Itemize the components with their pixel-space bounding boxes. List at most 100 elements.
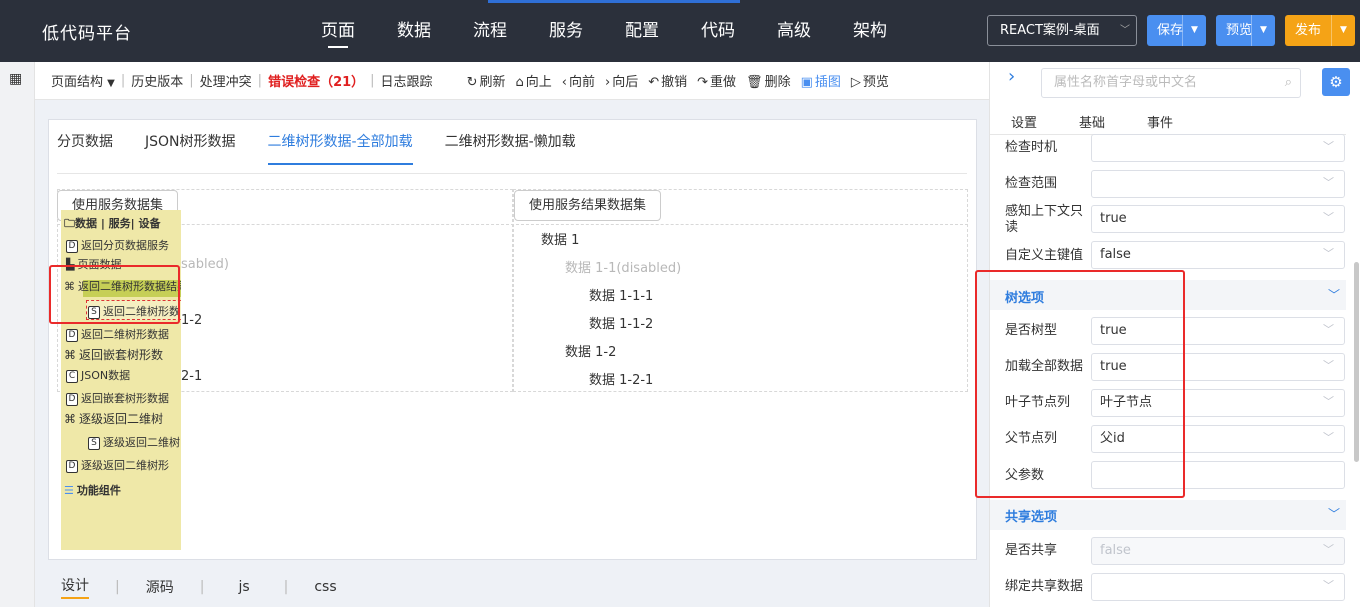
bind-shared-data-select[interactable]: ﹀ <box>1091 573 1345 601</box>
delete-button[interactable]: 🗑 删除 <box>741 71 796 90</box>
chevron-right-icon[interactable]: › <box>1008 66 1015 87</box>
folder-icon: 🗀 <box>64 217 75 230</box>
chevron-down-icon: ﹀ <box>1323 176 1334 189</box>
chevron-down-icon: ﹀ <box>1120 25 1130 36</box>
context-readonly-select[interactable]: true ﹀ <box>1091 205 1345 233</box>
scrollbar[interactable] <box>1354 262 1359 462</box>
nav-page[interactable]: 页面 <box>300 0 376 62</box>
data-source-item[interactable]: ⌘ 返回嵌套树形数 <box>64 346 163 363</box>
caret-down-icon[interactable]: ▼ <box>1331 15 1355 46</box>
history-button[interactable]: 历史版本 <box>126 71 188 90</box>
forward-button[interactable]: ‹ 向前 <box>557 71 600 90</box>
nav-flow[interactable]: 流程 <box>452 0 528 62</box>
function-components-label: 功能组件 <box>76 484 121 497</box>
property-label: 绑定共享数据 <box>1005 579 1084 594</box>
tree-node[interactable]: 数据 1-1-2 <box>589 313 653 332</box>
nav-service[interactable]: 服务 <box>528 0 604 62</box>
chevron-left-icon: ‹ <box>561 75 567 90</box>
data-source-label: 逐级返回二维树 <box>79 412 164 426</box>
gear-icon[interactable]: ⚙ <box>1322 68 1350 96</box>
up-button[interactable]: ⌂ 向上 <box>510 71 556 90</box>
publish-button[interactable]: 发布 ▼ <box>1285 15 1355 46</box>
tab-divider <box>57 173 967 174</box>
caret-down-icon[interactable]: ▼ <box>1182 15 1206 46</box>
app-logo: 低代码平台 <box>42 24 132 44</box>
column-divider <box>57 224 968 225</box>
d-icon: D <box>66 459 78 473</box>
nav-architecture[interactable]: 架构 <box>832 0 908 62</box>
layers-icon: ☰ <box>64 484 74 497</box>
refresh-button[interactable]: ↻ 刷新 <box>462 71 511 90</box>
caret-down-icon: ▼ <box>107 78 115 89</box>
tab-settings[interactable]: 设置 <box>1011 112 1037 131</box>
undo-icon: ↶ <box>648 75 660 90</box>
tree-node[interactable]: 数据 1-1-1 <box>589 285 653 304</box>
chevron-down-icon: ﹀ <box>1323 579 1334 592</box>
preview-toolbar-button[interactable]: ▷ 预览 <box>846 71 894 90</box>
tab-paged-data[interactable]: 分页数据 <box>57 131 113 165</box>
chevron-down-icon[interactable]: ﹀ <box>1328 286 1340 303</box>
canvas-tabs: 分页数据 JSON树形数据 二维树形数据-全部加载 二维树形数据-懒加载 <box>57 131 608 165</box>
tab-events[interactable]: 事件 <box>1147 112 1173 131</box>
data-panel-header-label: 数据 | 服务| 设备 <box>75 217 161 230</box>
function-components-header[interactable]: ☰ 功能组件 <box>64 482 121 498</box>
save-button[interactable]: 保存 ▼ <box>1147 15 1206 46</box>
check-timing-select[interactable]: ﹀ <box>1091 134 1345 162</box>
tab-source[interactable]: 源码 <box>146 577 174 597</box>
data-source-item[interactable]: D 返回嵌套树形数据 <box>66 390 169 406</box>
main-nav: 页面 数据 流程 服务 配置 代码 高级 架构 <box>300 0 908 62</box>
log-button[interactable]: 日志跟踪 <box>376 71 438 90</box>
tab-basic[interactable]: 基础 <box>1079 112 1105 131</box>
preview-button[interactable]: 预览 ▼ <box>1216 15 1275 46</box>
data-source-item[interactable]: D 返回二维树形数据 <box>66 326 169 342</box>
use-service-result-dataset-button[interactable]: 使用服务结果数据集 <box>514 190 662 221</box>
tab-2d-tree-full[interactable]: 二维树形数据-全部加载 <box>267 131 413 165</box>
nav-config[interactable]: 配置 <box>604 0 680 62</box>
delete-label: 删除 <box>764 75 791 90</box>
check-scope-select[interactable]: ﹀ <box>1091 170 1345 198</box>
redo-button[interactable]: ↷ 重做 <box>692 71 741 90</box>
tree-node-disabled[interactable]: 数据 1-1(disabled) <box>565 257 681 276</box>
tree-node[interactable]: 2-1 <box>181 369 202 384</box>
tab-json-tree[interactable]: JSON树形数据 <box>145 131 236 165</box>
custom-key-select[interactable]: false ﹀ <box>1091 241 1345 269</box>
conflict-button[interactable]: 处理冲突 <box>195 71 257 90</box>
data-source-item[interactable]: D 逐级返回二维树形 <box>66 457 169 473</box>
is-shared-select[interactable]: false ﹀ <box>1091 537 1345 565</box>
data-source-item[interactable]: S 逐级返回二维树 <box>88 434 180 450</box>
select-value: true <box>1100 211 1127 226</box>
select-value: false <box>1100 247 1131 262</box>
tree-node-disabled[interactable]: sabled) <box>181 257 229 272</box>
top-bar: 低代码平台 页面 数据 流程 服务 配置 代码 高级 架构 REACT案例-桌面… <box>0 0 1360 62</box>
forward-label: 向前 <box>568 75 595 90</box>
project-select[interactable]: REACT案例-桌面 ﹀ <box>987 15 1137 46</box>
data-source-panel: 🗀数据 | 服务| 设备 D返回分页数据服务 ▙页面数据 ⌘返回二维树形数据结果… <box>61 210 181 550</box>
data-source-item[interactable]: D 返回分页数据服务 <box>66 237 169 253</box>
tab-design[interactable]: 设计 <box>61 575 89 599</box>
tree-node[interactable]: 数据 1-2 <box>565 341 616 360</box>
share-options-section[interactable]: 共享选项 <box>1005 506 1057 525</box>
backward-button[interactable]: › 向后 <box>600 71 643 90</box>
data-source-item[interactable]: ⌘ 逐级返回二维树 <box>64 410 163 427</box>
nav-advanced[interactable]: 高级 <box>756 0 832 62</box>
page-structure-menu[interactable]: 页面结构 ▼ <box>35 71 120 90</box>
tab-2d-tree-lazy[interactable]: 二维树形数据-懒加载 <box>445 131 576 165</box>
property-search-input[interactable]: 属性名称首字母或中文名 ⌕ <box>1041 68 1301 98</box>
tab-js[interactable]: js <box>238 579 249 595</box>
nav-data[interactable]: 数据 <box>376 0 452 62</box>
chevron-right-icon: › <box>604 75 611 90</box>
error-check-button[interactable]: 错误检查（21） <box>263 71 369 90</box>
data-source-item[interactable]: C JSON数据 <box>66 367 130 383</box>
tree-node[interactable]: 1-2 <box>181 313 202 328</box>
tree-node[interactable]: 数据 1 <box>541 229 579 248</box>
tree-node[interactable]: 数据 1-2-1 <box>589 369 653 388</box>
cluster-icon: ⌘ <box>64 348 76 362</box>
property-label: 检查时机 <box>1005 140 1058 155</box>
nav-code[interactable]: 代码 <box>680 0 756 62</box>
undo-button[interactable]: ↶ 撤销 <box>643 71 692 90</box>
caret-down-icon[interactable]: ▼ <box>1251 15 1275 46</box>
image-button[interactable]: ▣ 插图 <box>796 71 846 90</box>
chevron-down-icon[interactable]: ﹀ <box>1328 505 1340 522</box>
grid-icon[interactable]: ▦ <box>9 71 22 87</box>
tab-css[interactable]: css <box>314 579 336 595</box>
